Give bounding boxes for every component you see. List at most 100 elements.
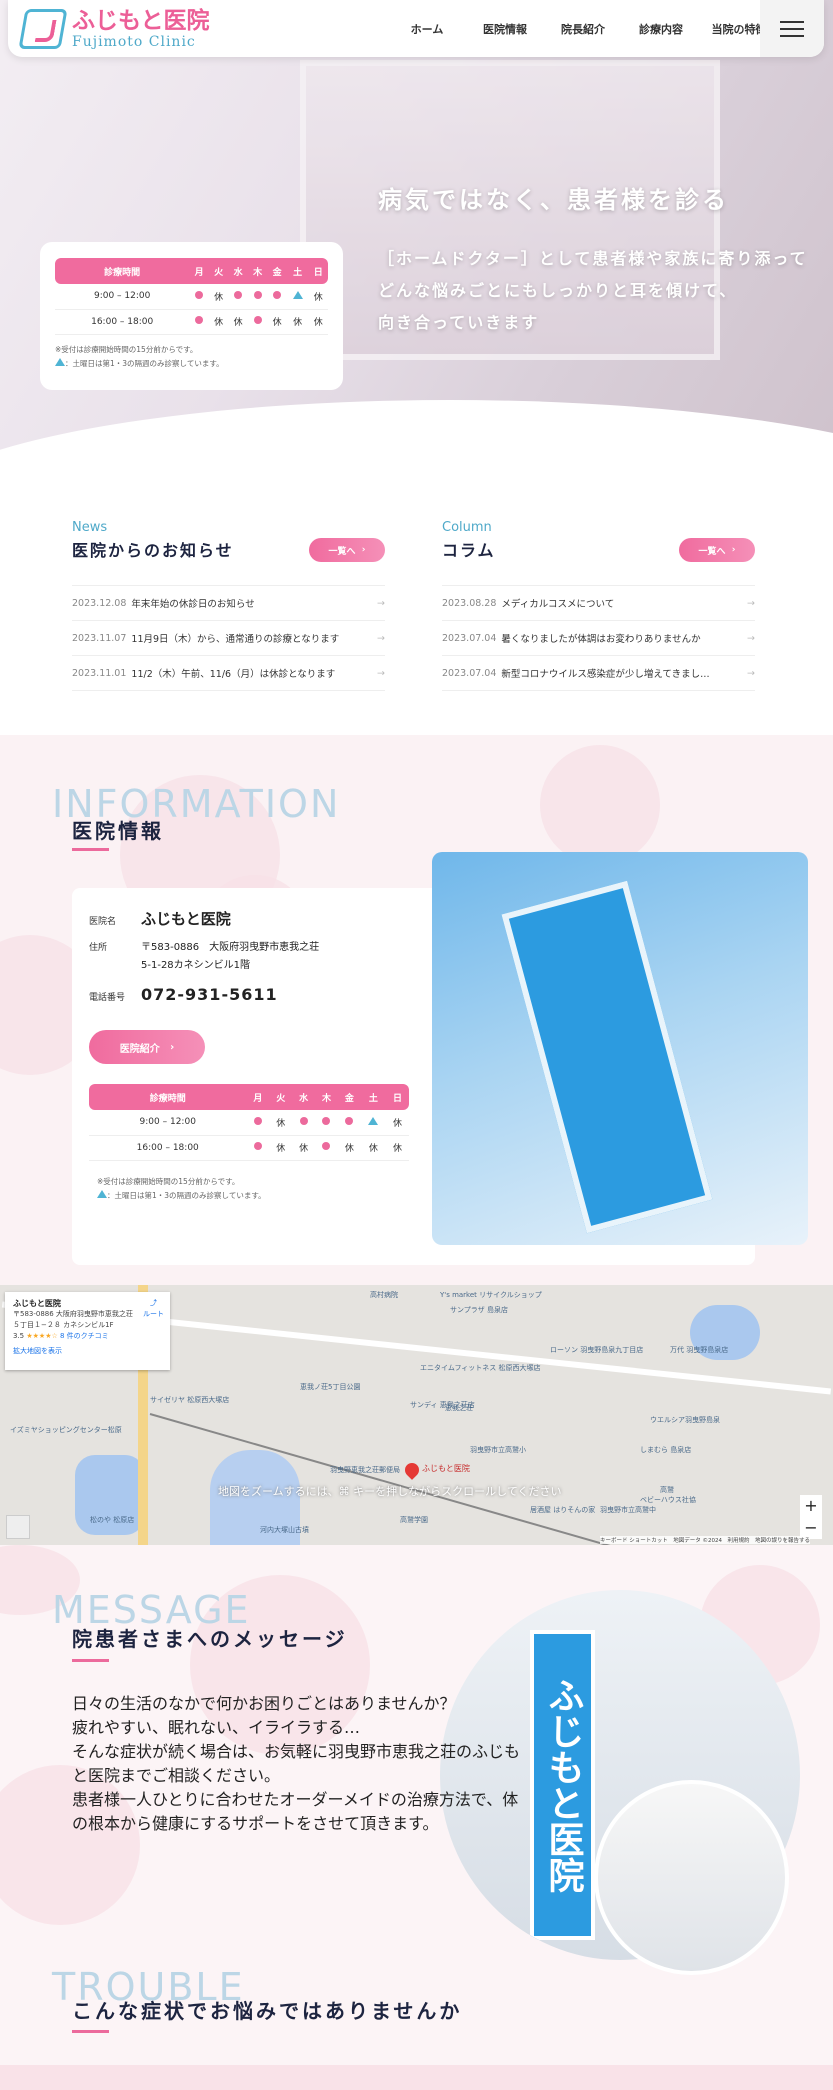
- open-dot-icon: [299, 1116, 308, 1125]
- item-date: 2023.07.04: [442, 632, 497, 644]
- item-title: 年末年始の休診日のお知らせ: [131, 599, 255, 610]
- schedule-time: 16:00 – 18:00: [89, 1135, 247, 1161]
- schedule-time: 16:00 – 18:00: [55, 309, 190, 335]
- news-more-button[interactable]: 一覧へ ›: [309, 538, 385, 562]
- open-dot-icon: [253, 316, 262, 324]
- nav-director[interactable]: 院長紹介: [544, 21, 622, 37]
- logo[interactable]: ふじもと医院 Fujimoto Clinic: [18, 8, 210, 50]
- triangle-icon: [292, 290, 303, 299]
- map-rating: 3.5: [13, 1332, 25, 1340]
- open-dot-icon: [195, 316, 204, 324]
- hamburger-menu-icon[interactable]: [760, 0, 824, 57]
- closed-cell: 休: [269, 1135, 293, 1161]
- map-footer: キーボード ショートカット 地図データ ©2024 利用規約 地図の誤りを報告す…: [600, 1536, 810, 1544]
- map-label[interactable]: 松のや 松原店: [90, 1515, 134, 1525]
- closed-cell: 休: [269, 1110, 293, 1136]
- list-item[interactable]: 2023.12.08 年末年始の休診日のお知らせ →: [72, 586, 385, 621]
- map-label[interactable]: 万代 羽曳野島泉店: [670, 1345, 728, 1355]
- map-label[interactable]: 高鷲: [660, 1485, 674, 1495]
- item-title: 11月9日（木）から、通常通りの診療となります: [131, 634, 340, 645]
- open-dot-icon: [322, 1116, 331, 1125]
- map-label[interactable]: ベビーハウス社協: [640, 1495, 696, 1505]
- column-more-button[interactable]: 一覧へ ›: [679, 538, 755, 562]
- hero-line: ［ホームドクター］として患者様や家族に寄り添って: [378, 249, 808, 268]
- map-larger-link[interactable]: 拡大地図を表示: [13, 1346, 162, 1357]
- map-place-name: ふじもと医院: [13, 1299, 61, 1308]
- open-dot-icon: [322, 1142, 331, 1150]
- item-date: 2023.11.01: [72, 667, 127, 679]
- map-label[interactable]: しまむら 島泉店: [640, 1445, 691, 1455]
- map-label[interactable]: 高鷲学園: [400, 1515, 428, 1525]
- schedule-row: 9:00 – 12:00 休 休: [89, 1110, 409, 1136]
- info-title: 医院情報: [72, 819, 164, 843]
- arrow-right-icon: →: [377, 632, 385, 644]
- schedule-header: 水: [292, 1084, 316, 1110]
- item-title: 暑くなりましたが体調はお変わりありませんか: [501, 634, 701, 645]
- message-body: 日々の生活のなかで何かお困りごとはありませんか？ 疲れやすい、眠れない、イライラす…: [72, 1690, 520, 1834]
- map-label[interactable]: サンプラザ 島泉店: [450, 1305, 508, 1315]
- schedule-note: ※受付は診療開始時間の15分前からです。: [55, 344, 198, 354]
- street-view-button[interactable]: [6, 1515, 30, 1539]
- schedule-header: 金: [337, 1084, 361, 1110]
- nav-clinic-info[interactable]: 医院情報: [466, 21, 544, 37]
- label: 住所: [89, 943, 108, 953]
- map-label[interactable]: 恵我ノ荘5丁目公園: [300, 1382, 360, 1392]
- map-label[interactable]: 河内大塚山古墳: [260, 1525, 309, 1535]
- clinic-name: ふじもと医院: [141, 910, 231, 928]
- schedule-header: 火: [269, 1084, 293, 1110]
- map-reviews-link[interactable]: 8 件のクチコミ: [60, 1332, 109, 1340]
- list-item[interactable]: 2023.07.04 新型コロナウイルス感染症が少し増えてきまし… →: [442, 656, 755, 691]
- map-label[interactable]: Y's market リサイクルショップ: [440, 1290, 542, 1300]
- map-label[interactable]: サイゼリヤ 松原西大塚店: [150, 1395, 229, 1405]
- news-section: News 医院からのお知らせ 一覧へ › 2023.12.08 年末年始の休診日の…: [72, 520, 385, 691]
- list-item[interactable]: 2023.08.28 メディカルコスメについて →: [442, 586, 755, 621]
- zoom-in-button[interactable]: +: [800, 1495, 822, 1517]
- schedule-time: 9:00 – 12:00: [89, 1110, 247, 1136]
- schedule-header: 日: [386, 1084, 409, 1110]
- map-label[interactable]: 羽曳野恵我之荘郵便局: [330, 1465, 400, 1475]
- item-title: 11/2（木）午前、11/6（月）は休診となります: [131, 669, 336, 680]
- title-underline: [72, 1659, 109, 1662]
- message-line: の根本から健康にするサポートをさせて頂きます。: [72, 1814, 439, 1833]
- map-label[interactable]: 羽曳野市立高鷲中: [600, 1505, 656, 1515]
- triangle-icon: [368, 1116, 379, 1125]
- schedule-header: 水: [228, 258, 248, 284]
- nav-home[interactable]: ホーム: [388, 21, 466, 37]
- nav-services[interactable]: 診療内容: [622, 21, 700, 37]
- map-label[interactable]: イズミヤショッピングセンター松原: [10, 1425, 122, 1435]
- open-dot-icon: [195, 290, 204, 299]
- map-label[interactable]: エニタイムフィットネス 松原西大塚店: [420, 1363, 541, 1373]
- hero-curve: [0, 400, 833, 470]
- open-dot-icon: [253, 1116, 262, 1125]
- closed-cell: 休: [292, 1135, 316, 1161]
- map-route-button[interactable]: ⤴ ルート: [143, 1298, 164, 1320]
- column-en: Column: [442, 520, 492, 535]
- map-label[interactable]: 羽曳野市立高鷲小: [470, 1445, 526, 1455]
- schedule-row: 16:00 – 18:00 休休休休休: [89, 1135, 409, 1161]
- item-date: 2023.11.07: [72, 632, 127, 644]
- item-title: 新型コロナウイルス感染症が少し増えてきまし…: [501, 669, 710, 680]
- map-label[interactable]: ローソン 羽曳野島泉九丁目店: [550, 1345, 643, 1355]
- address-line: 〒583-0886 大阪府羽曳野市恵我之荘: [141, 942, 320, 953]
- schedule-table: 診療時間月火水木金土日 9:00 – 12:00 休休 16:00 – 18:00 休休…: [89, 1084, 409, 1161]
- clinic-intro-button[interactable]: 医院紹介 ›: [89, 1030, 205, 1064]
- phone-number[interactable]: 072-931-5611: [141, 985, 278, 1004]
- list-item[interactable]: 2023.11.07 11月9日（木）から、通常通りの診療となります →: [72, 621, 385, 656]
- label: 電話番号: [89, 993, 126, 1003]
- news-list: 2023.12.08 年末年始の休診日のお知らせ → 2023.11.07 11月9日（…: [72, 585, 385, 691]
- map-label[interactable]: 居酒屋 はりそんの家: [530, 1505, 595, 1515]
- arrow-right-icon: →: [377, 667, 385, 679]
- map-label[interactable]: ウエルシア羽曳野島泉: [650, 1415, 720, 1425]
- logo-icon: [18, 9, 68, 49]
- message-line: と医院までご相談ください。: [72, 1766, 281, 1785]
- map-place-card: ふじもと医院 〒583-0886 大阪府羽曳野市恵我之荘 ５丁目１−２８ カネシ…: [5, 1292, 170, 1370]
- list-item[interactable]: 2023.11.01 11/2（木）午前、11/6（月）は休診となります →: [72, 656, 385, 691]
- news-en: News: [72, 520, 108, 535]
- trouble-title: こんな症状でお悩みではありませんか: [72, 1999, 463, 2023]
- schedule-note: ※受付は診療開始時間の15分前からです。: [97, 1176, 240, 1186]
- map-label[interactable]: 高村病院: [370, 1290, 398, 1300]
- open-dot-icon: [234, 290, 243, 299]
- schedule-note-sat: ：土曜日は第1・3の隔週のみ診察しています。: [55, 357, 328, 371]
- list-item[interactable]: 2023.07.04 暑くなりましたが体調はお変わりありませんか →: [442, 621, 755, 656]
- map-label[interactable]: 恵我之荘: [445, 1403, 473, 1413]
